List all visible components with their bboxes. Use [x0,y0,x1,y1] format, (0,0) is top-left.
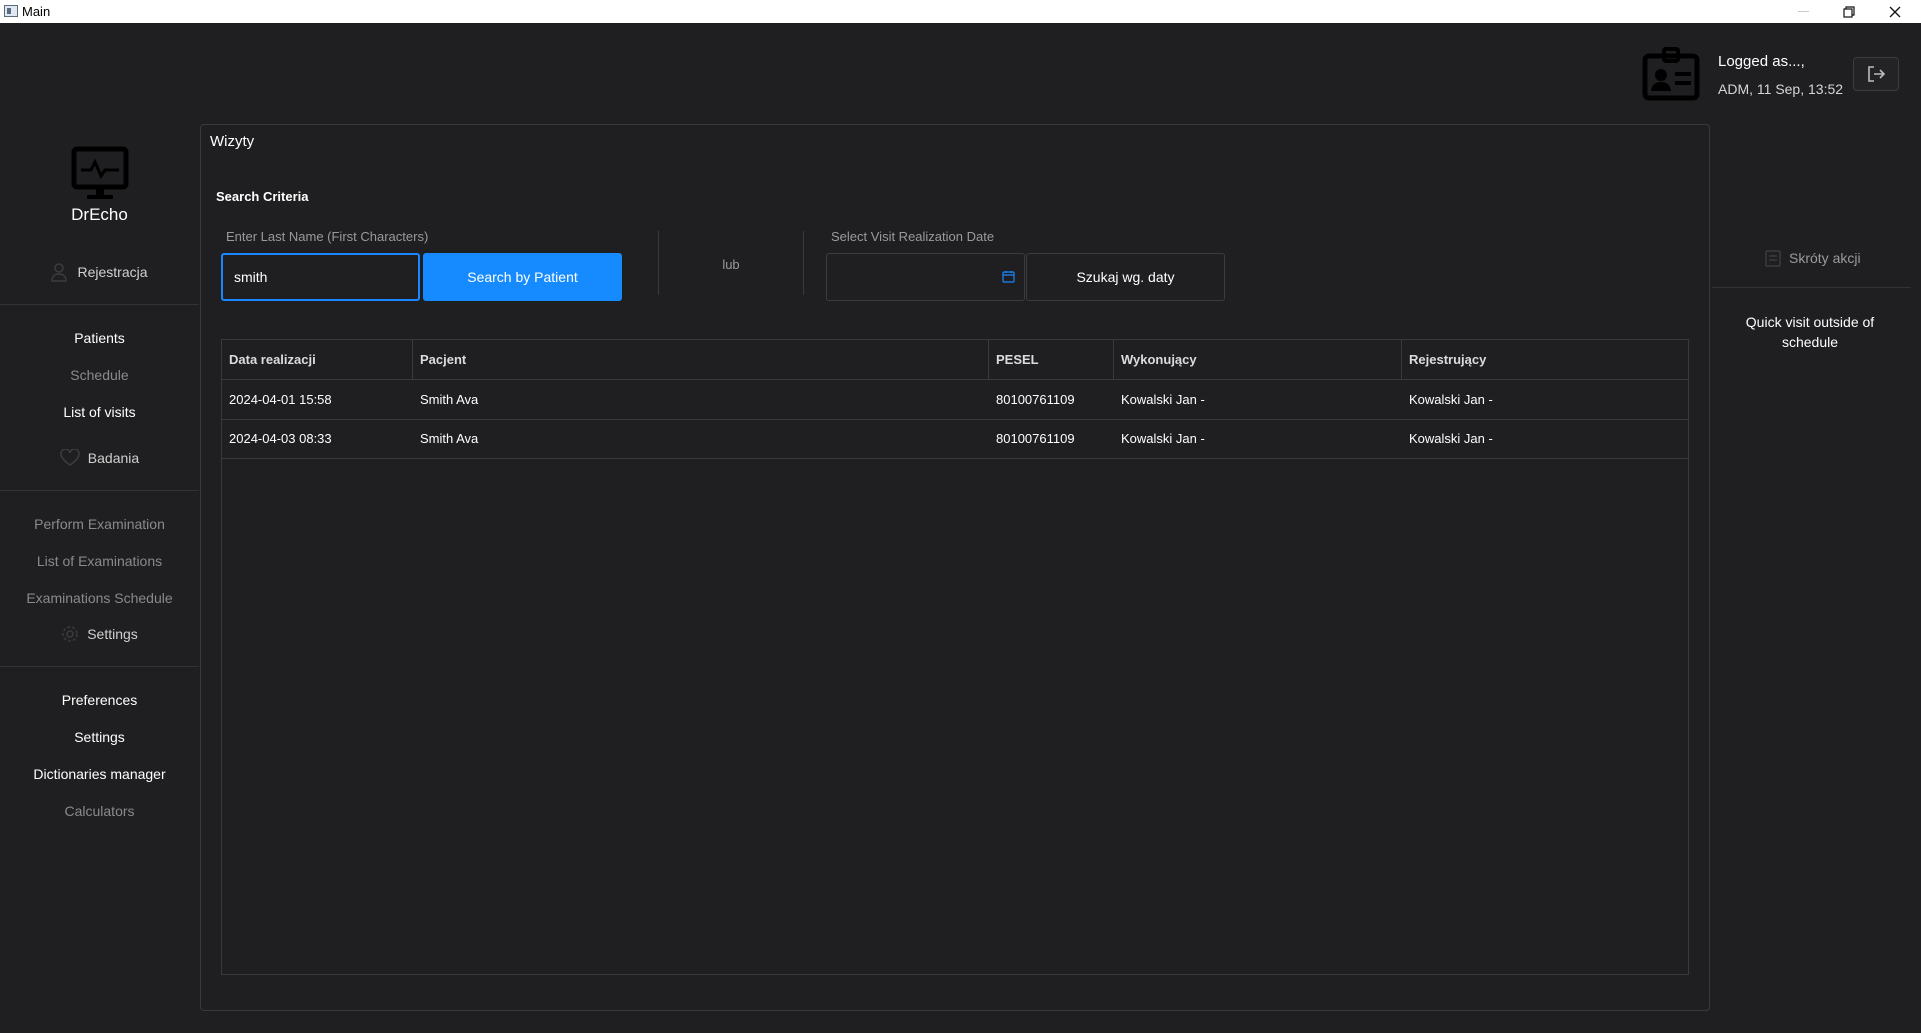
sidebar-divider [0,490,199,491]
sidebar-item-schedule[interactable]: Schedule [0,367,199,383]
visit-date-picker[interactable] [826,253,1025,301]
sidebar-item-calculators[interactable]: Calculators [0,803,199,819]
restore-button[interactable] [1826,0,1872,23]
column-header-registrar[interactable]: Rejestrujący [1402,340,1688,379]
sidebar-item-list-of-visits[interactable]: List of visits [0,404,199,420]
search-by-patient-button[interactable]: Search by Patient [423,253,622,301]
app-name: DrEcho [71,205,128,224]
cell-registrar: Kowalski Jan - [1409,392,1493,407]
shortcuts-divider [1712,287,1911,288]
sidebar-item-dictionaries-manager[interactable]: Dictionaries manager [0,766,199,782]
cell-patient: Smith Ava [420,392,479,407]
table-row[interactable]: 2024-04-01 15:58 Smith Ava 80100761109 K… [222,380,1688,420]
window-title: Main [22,4,51,19]
restore-icon [1843,5,1855,18]
column-header-patient[interactable]: Pacjent [413,340,989,379]
or-label: lub [722,257,740,272]
panel-title: Wizyty [210,133,255,150]
app-window-icon [4,5,18,17]
cell-date: 2024-04-01 15:58 [229,392,332,407]
window-titlebar [0,0,1921,23]
sidebar-section-label: Settings [87,626,138,642]
cell-date: 2024-04-03 08:33 [229,431,332,446]
sidebar-section-registration[interactable]: Rejestracja [0,262,199,282]
divider [803,231,804,295]
gear-icon [62,626,78,642]
close-icon [1889,6,1901,17]
logout-icon [1868,66,1886,82]
sidebar-item-patients[interactable]: Patients [0,330,199,346]
sidebar-section-label: Badania [87,450,140,466]
cell-pesel: 80100761109 [996,392,1075,407]
minimize-icon [1797,11,1809,12]
sidebar-item-preferences[interactable]: Preferences [0,692,199,708]
column-header-date[interactable]: Data realizacji [222,340,413,379]
user-session-info: ADM, 11 Sep, 13:52 [1718,81,1844,97]
table-header-row: Data realizacji Pacjent PESEL Wykonujący… [222,340,1688,380]
search-criteria-title: Search Criteria [216,189,309,204]
sidebar-section-examinations[interactable]: Badania [0,448,199,468]
visits-table: Data realizacji Pacjent PESEL Wykonujący… [221,339,1689,975]
table-row[interactable]: 2024-04-03 08:33 Smith Ava 80100761109 K… [222,419,1688,459]
search-by-date-button[interactable]: Szukaj wg. daty [1026,253,1225,301]
cell-performer: Kowalski Jan - [1121,431,1205,446]
shortcuts-label: Skróty akcji [1789,250,1861,266]
logout-button[interactable] [1853,57,1899,91]
lastname-label: Enter Last Name (First Characters) [226,229,429,244]
cell-pesel: 80100761109 [996,431,1075,446]
sidebar-item-list-of-examinations[interactable]: List of Examinations [0,553,199,569]
id-card-icon [1642,46,1700,107]
column-header-pesel[interactable]: PESEL [989,340,1114,379]
date-label: Select Visit Realization Date [831,229,995,244]
heart-pulse-icon [60,449,80,466]
sidebar-divider [0,666,199,667]
sidebar-divider [0,304,199,305]
quick-visit-link[interactable]: Quick visit outside of schedule [1730,312,1890,352]
column-header-performer[interactable]: Wykonujący [1114,340,1402,379]
sidebar-item-settings[interactable]: Settings [0,729,199,745]
sidebar-item-examinations-schedule[interactable]: Examinations Schedule [0,590,199,606]
cell-performer: Kowalski Jan - [1121,392,1205,407]
sidebar-section-settings[interactable]: Settings [0,624,199,644]
monitor-heartbeat-icon [71,146,129,207]
sidebar-section-label: Rejestracja [77,264,148,280]
close-window-button[interactable] [1872,0,1918,23]
logged-user-label: Logged as..., [1718,53,1805,70]
lastname-search-input[interactable] [221,253,420,301]
registration-icon [51,263,68,282]
minimize-button[interactable] [1780,0,1826,23]
cell-patient: Smith Ava [420,431,479,446]
shortcuts-icon [1765,250,1781,267]
sidebar-item-perform-examination[interactable]: Perform Examination [0,516,199,532]
calendar-icon[interactable] [1002,270,1015,288]
cell-registrar: Kowalski Jan - [1409,431,1493,446]
shortcuts-header: Skróty akcji [1765,249,1861,267]
